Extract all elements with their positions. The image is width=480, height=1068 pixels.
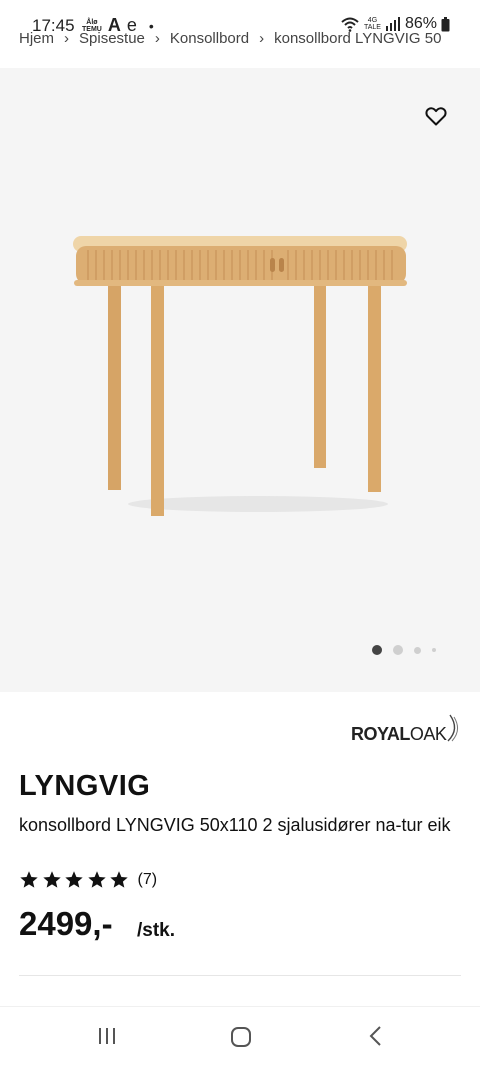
network-type-icon: 4G TALE	[363, 17, 381, 31]
product-image	[73, 236, 407, 516]
breadcrumb-item-console-tables[interactable]: Konsollbord	[170, 30, 249, 47]
review-count[interactable]: (7)	[138, 871, 158, 889]
star-icon	[87, 871, 106, 888]
heart-outline-icon[interactable]	[424, 104, 448, 128]
brand-logo-part1: ROYAL	[351, 724, 410, 744]
breadcrumb-item-dining[interactable]: Spisestue	[79, 30, 145, 47]
star-icon	[110, 871, 128, 888]
home-icon[interactable]	[229, 1025, 253, 1049]
breadcrumb-item-current: konsollbord LYNGVIG 50	[274, 30, 442, 47]
product-price: 2499,-	[19, 905, 113, 942]
chevron-right-icon: ›	[154, 30, 160, 47]
gallery-dot[interactable]	[432, 648, 436, 652]
signal-icon	[385, 17, 400, 31]
star-icon	[65, 871, 83, 888]
brand-logo[interactable]: ROYALOAK	[351, 724, 447, 745]
chevron-right-icon: ›	[259, 30, 265, 47]
breadcrumb-item-home[interactable]: Hjem	[19, 30, 54, 47]
divider	[19, 975, 461, 976]
gallery-pagination[interactable]	[372, 645, 436, 655]
system-navigation-bar	[0, 1006, 480, 1068]
recent-apps-icon[interactable]	[96, 1025, 118, 1047]
product-description: konsollbord LYNGVIG 50x110 2 sjalusidøre…	[19, 815, 451, 835]
back-icon[interactable]	[366, 1025, 386, 1047]
rating-stars[interactable]: (7)	[19, 870, 157, 890]
brand-swirl-icon	[447, 714, 458, 742]
gallery-dot[interactable]	[393, 645, 403, 655]
breadcrumb: Hjem › Spisestue › Konsollbord › konsollbord L…	[19, 30, 480, 48]
star-icon	[42, 871, 61, 888]
product-title: LYNGVIG	[19, 770, 151, 802]
price-unit: /stk.	[137, 920, 176, 941]
gallery-dot[interactable]	[414, 646, 421, 654]
brand-logo-part2: OAK	[409, 724, 447, 744]
chevron-right-icon: ›	[64, 30, 70, 47]
gallery-dot-active[interactable]	[372, 645, 382, 655]
star-icon	[20, 871, 38, 888]
